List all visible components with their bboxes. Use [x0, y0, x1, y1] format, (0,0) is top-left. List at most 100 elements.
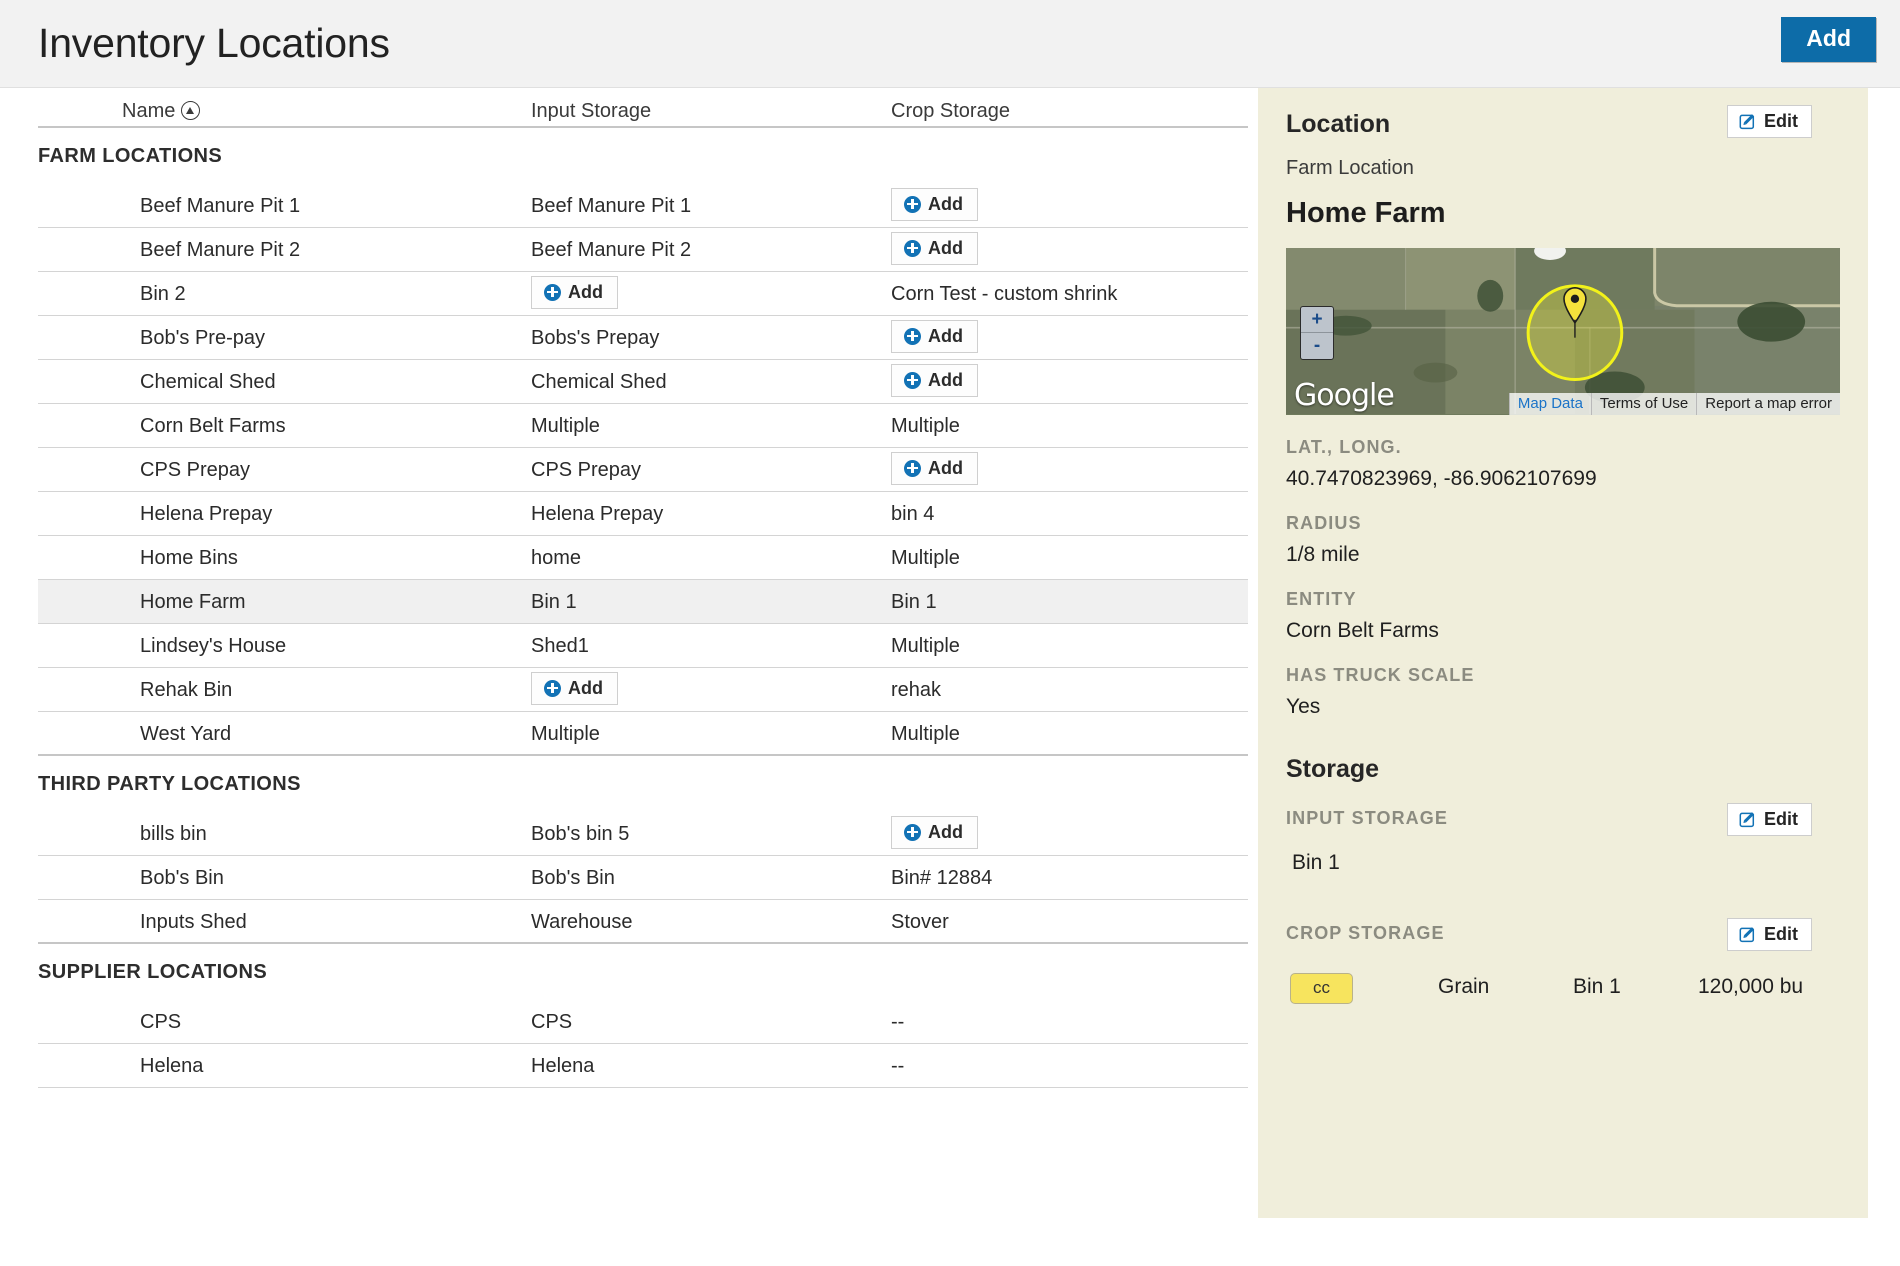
add-crop-storage-button[interactable]: Add — [891, 452, 978, 485]
pencil-edit-icon — [1739, 925, 1757, 943]
input-storage-value: Bin 1 — [1286, 851, 1840, 875]
map-report-error-link[interactable]: Report a map error — [1696, 393, 1840, 415]
add-label: Add — [928, 371, 963, 389]
plus-circle-icon — [544, 680, 561, 697]
table-row[interactable]: CPSCPS-- — [38, 1000, 1248, 1044]
row-name-cell: West Yard — [140, 723, 231, 746]
crop-storage-badge: cc — [1290, 973, 1353, 1004]
column-header-crop-storage[interactable]: Crop Storage — [891, 100, 1010, 123]
location-map[interactable]: + - Google Map Data Terms of Use Report … — [1286, 248, 1840, 415]
detail-storage-heading: Storage — [1286, 757, 1840, 782]
row-crop-storage-cell: Bin# 12884 — [891, 867, 992, 890]
table-row[interactable]: Bob's Pre-payBobs's PrepayAdd — [38, 316, 1248, 360]
row-crop-storage-cell: bin 4 — [891, 503, 934, 526]
map-zoom-in-button[interactable]: + — [1301, 307, 1333, 333]
body-area: Name Input Storage Crop Storage FARM LOC… — [0, 88, 1900, 1266]
detail-field-value: Corn Belt Farms — [1286, 619, 1840, 643]
row-crop-storage-cell: rehak — [891, 679, 941, 702]
column-header-name-label: Name — [122, 100, 175, 122]
google-logo: Google — [1294, 378, 1394, 413]
row-crop-storage-cell: Stover — [891, 911, 949, 934]
row-name-cell: CPS — [140, 1011, 181, 1034]
detail-field-label: RADIUS — [1286, 513, 1840, 534]
add-input-storage-button[interactable]: Add — [531, 276, 618, 309]
crop-storage-type: Grain — [1438, 975, 1489, 999]
input-storage-row: INPUT STORAGE Edit — [1286, 808, 1840, 842]
pencil-edit-icon — [1739, 112, 1757, 130]
detail-fields: LAT., LONG.40.7470823969, -86.9062107699… — [1286, 437, 1840, 719]
row-name-cell: Bin 2 — [140, 283, 186, 306]
map-zoom-controls[interactable]: + - — [1300, 306, 1334, 360]
add-crop-storage-button[interactable]: Add — [891, 816, 978, 849]
add-label: Add — [928, 239, 963, 257]
row-name-cell: Rehak Bin — [140, 679, 232, 702]
detail-field-label: HAS TRUCK SCALE — [1286, 665, 1840, 686]
row-crop-storage-cell: Multiple — [891, 415, 960, 438]
detail-field-value: Yes — [1286, 695, 1840, 719]
edit-input-storage-button[interactable]: Edit — [1727, 803, 1812, 836]
row-crop-storage-cell: -- — [891, 1055, 904, 1078]
row-name-cell: Corn Belt Farms — [140, 415, 286, 438]
add-crop-storage-button[interactable]: Add — [891, 320, 978, 353]
add-label: Add — [928, 195, 963, 213]
row-crop-storage-cell: -- — [891, 1011, 904, 1034]
table-row[interactable]: HelenaHelena-- — [38, 1044, 1248, 1088]
edit-input-storage-label: Edit — [1764, 810, 1798, 828]
table-row[interactable]: Beef Manure Pit 1Beef Manure Pit 1Add — [38, 184, 1248, 228]
row-name-cell: Bob's Pre-pay — [140, 327, 265, 350]
table-row[interactable]: Home Bins home Multiple — [38, 536, 1248, 580]
add-label: Add — [928, 459, 963, 477]
edit-location-button[interactable]: Edit — [1727, 105, 1812, 138]
table-row[interactable]: Home FarmBin 1Bin 1 — [38, 580, 1248, 624]
table-row[interactable]: Lindsey's HouseShed1Multiple — [38, 624, 1248, 668]
table-row[interactable]: Rehak Bin Add rehak — [38, 668, 1248, 712]
map-zoom-out-button[interactable]: - — [1301, 333, 1333, 359]
plus-circle-icon — [904, 824, 921, 841]
table-row[interactable]: Inputs ShedWarehouseStover — [38, 900, 1248, 944]
add-location-button[interactable]: Add — [1781, 17, 1876, 62]
row-name-cell: bills bin — [140, 823, 207, 846]
crop-storage-capacity: 120,000 bu — [1698, 975, 1803, 999]
map-data-link[interactable]: Map Data — [1509, 393, 1591, 415]
row-crop-storage-cell: Multiple — [891, 547, 960, 570]
sort-asc-circle-icon[interactable] — [181, 101, 200, 120]
table-row[interactable]: Chemical ShedChemical ShedAdd — [38, 360, 1248, 404]
row-name-cell: Home Bins — [140, 547, 238, 570]
row-input-storage-cell: CPS Prepay — [531, 459, 641, 482]
map-terms-link[interactable]: Terms of Use — [1591, 393, 1696, 415]
edit-crop-storage-button[interactable]: Edit — [1727, 918, 1812, 951]
row-crop-storage-cell: Corn Test - custom shrink — [891, 283, 1117, 306]
column-header-name[interactable]: Name — [122, 100, 200, 123]
row-input-storage-cell: Bob's bin 5 — [531, 823, 629, 846]
row-crop-storage-cell: Multiple — [891, 723, 960, 746]
add-label: Add — [568, 283, 603, 301]
row-name-cell: Beef Manure Pit 1 — [140, 195, 300, 218]
column-header-input-storage[interactable]: Input Storage — [531, 100, 651, 123]
table-row[interactable]: bills bin Bob's bin 5 Add — [38, 812, 1248, 856]
crop-storage-row: CROP STORAGE Edit — [1286, 923, 1840, 957]
row-name-cell: Helena — [140, 1055, 203, 1078]
detail-location-name: Home Farm — [1286, 197, 1840, 230]
section-spacer — [1286, 719, 1840, 757]
table-row[interactable]: Bin 2 Add Corn Test - custom shrink — [38, 272, 1248, 316]
row-input-storage-cell: Shed1 — [531, 635, 589, 658]
row-input-storage-cell: Chemical Shed — [531, 371, 667, 394]
table-row[interactable]: Corn Belt Farms Multiple Multiple — [38, 404, 1248, 448]
add-crop-storage-button[interactable]: Add — [891, 188, 978, 221]
table-row[interactable]: Bob's BinBob's BinBin# 12884 — [38, 856, 1248, 900]
row-input-storage-cell: Multiple — [531, 415, 600, 438]
add-crop-storage-button[interactable]: Add — [891, 232, 978, 265]
table-header-row: Name Input Storage Crop Storage — [38, 88, 1248, 128]
add-input-storage-button[interactable]: Add — [531, 672, 618, 705]
table-row[interactable]: Beef Manure Pit 2Beef Manure Pit 2Add — [38, 228, 1248, 272]
row-name-cell: Lindsey's House — [140, 635, 286, 658]
table-row[interactable]: Helena PrepayHelena Prepaybin 4 — [38, 492, 1248, 536]
row-crop-storage-cell: Bin 1 — [891, 591, 937, 614]
row-input-storage-cell: Beef Manure Pit 2 — [531, 239, 691, 262]
edit-crop-storage-label: Edit — [1764, 925, 1798, 943]
table-row[interactable]: CPS PrepayCPS PrepayAdd — [38, 448, 1248, 492]
add-crop-storage-button[interactable]: Add — [891, 364, 978, 397]
table-row[interactable]: West YardMultipleMultiple — [38, 712, 1248, 756]
table-group-header: THIRD PARTY LOCATIONS — [38, 756, 1248, 812]
row-input-storage-cell: home — [531, 547, 581, 570]
